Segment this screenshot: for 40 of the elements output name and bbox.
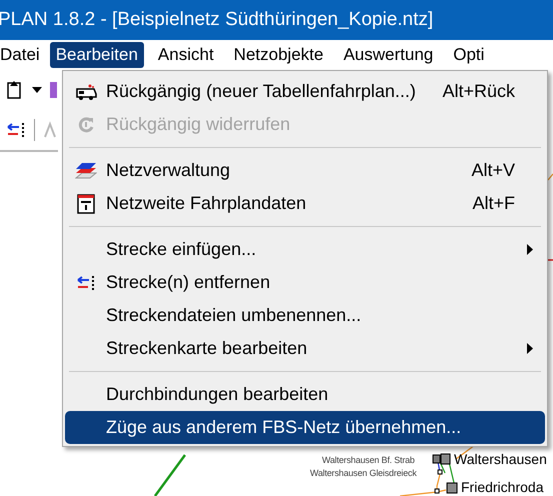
menu-item[interactable]: Streckenkarte bearbeiten (65, 332, 545, 365)
station-marker (434, 488, 440, 494)
station-marker (446, 482, 458, 494)
caret-icon[interactable] (32, 86, 42, 92)
menu-item[interactable]: Strecke einfügen... (65, 233, 545, 266)
menu-item[interactable]: Streckendateien umbenennen... (65, 299, 545, 332)
menu-bar-item[interactable]: Opti (447, 42, 490, 68)
vehicle-icon (74, 84, 96, 100)
menu-bar-item[interactable]: Auswertung (337, 42, 440, 68)
menu-item[interactable]: Rückgängig (neuer Tabellenfahrplan...) Alt+Rück (65, 75, 545, 108)
shortcut-label: Alt+V (471, 160, 515, 180)
toolbar-square-icon[interactable] (50, 82, 57, 98)
station-label: Waltershausen (454, 452, 547, 466)
menu-bar-item[interactable]: Ansicht (152, 42, 220, 68)
submenu-arrow-icon (527, 244, 533, 255)
menu-bar-item[interactable]: Netzobjekte (228, 42, 330, 68)
document-icon[interactable] (6, 80, 24, 100)
menu-item[interactable]: Netzverwaltung Alt+V (65, 154, 545, 187)
station-marker (438, 470, 442, 474)
arrows-icon[interactable] (6, 120, 26, 138)
station-marker (432, 454, 450, 464)
track-line (154, 454, 186, 496)
submenu-arrow-icon (527, 343, 533, 354)
calendar-icon (76, 194, 94, 214)
station-label: Waltershausen Gleisdreieck (310, 469, 417, 478)
shortcut-label: Alt+F (472, 193, 515, 213)
track-line (548, 174, 553, 180)
menu-bar-item[interactable]: Bearbeiten (50, 42, 144, 68)
menu-item[interactable]: Durchbindungen bearbeiten (65, 378, 545, 411)
menu-bar-item[interactable]: Datei (0, 42, 46, 68)
menu-item[interactable]: Züge aus anderem FBS-Netz übernehmen... (65, 411, 545, 444)
station-label: Friedrichroda (461, 480, 544, 494)
circular-arrow-icon (76, 116, 94, 134)
arrows-icon (76, 274, 96, 292)
station-label: Waltershausen Bf. Strab (322, 456, 415, 465)
menu-item[interactable]: Strecke(n) entfernen (65, 266, 545, 299)
layers-icon (74, 160, 96, 180)
shortcut-label: Alt+Rück (442, 81, 515, 101)
track-line (548, 259, 553, 261)
menu-item[interactable]: Netzweite Fahrplandaten Alt+F (65, 187, 545, 220)
